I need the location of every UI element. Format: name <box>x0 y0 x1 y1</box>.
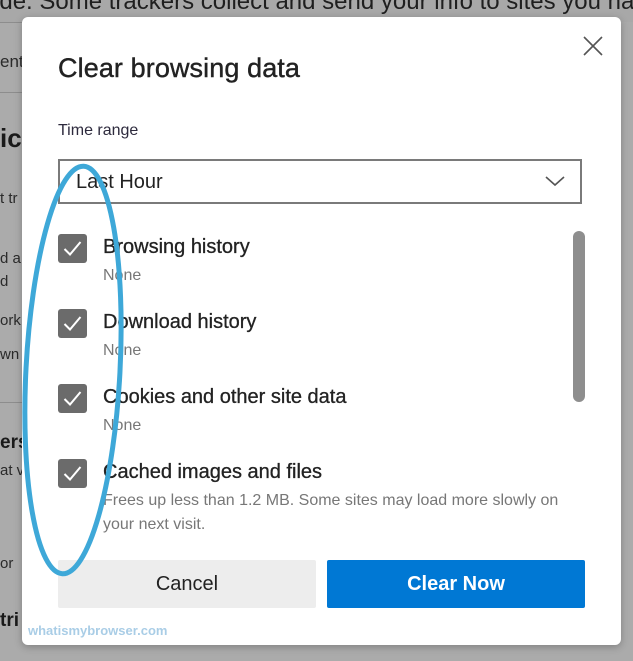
item-label: Cached images and files <box>103 461 323 483</box>
time-range-value: Last Hour <box>76 171 163 193</box>
dialog-title: Clear browsing data <box>58 53 301 83</box>
cookies-checkbox[interactable] <box>58 384 87 413</box>
background-fragment: d <box>0 273 9 290</box>
clear-now-button[interactable]: Clear Now <box>327 560 585 608</box>
list-scrollbar[interactable] <box>573 231 585 402</box>
cached-images-checkbox[interactable] <box>58 459 87 488</box>
download-history-checkbox[interactable] <box>58 309 87 338</box>
close-button[interactable] <box>580 33 606 59</box>
checkmark-icon <box>63 391 82 406</box>
item-detail: None <box>103 342 142 359</box>
time-range-select[interactable]: Last Hour <box>58 159 582 204</box>
background-fragment: ork <box>0 312 21 329</box>
item-label: Browsing history <box>103 236 250 258</box>
background-fragment: at v <box>0 462 25 479</box>
chevron-down-icon <box>545 176 565 187</box>
background-fragment: tri <box>0 610 19 631</box>
background-fragment: ent <box>0 52 24 71</box>
checkmark-icon <box>63 316 82 331</box>
background-fragment: ic <box>0 123 22 153</box>
background-fragment: or <box>0 555 14 572</box>
background-fragment: d a <box>0 250 21 267</box>
item-detail: None <box>103 267 142 284</box>
item-label: Download history <box>103 311 257 333</box>
watermark: whatismybrowser.com <box>28 623 168 638</box>
checkmark-icon <box>63 466 82 481</box>
checkmark-icon <box>63 241 82 256</box>
close-icon <box>583 36 603 56</box>
item-detail: None <box>103 417 142 434</box>
background-fragment: t tr <box>0 190 18 207</box>
item-label: Cookies and other site data <box>103 386 347 408</box>
time-range-label: Time range <box>58 122 139 139</box>
item-detail: Frees up less than 1.2 MB. Some sites ma… <box>103 492 559 533</box>
background-fragment: wn <box>0 346 20 363</box>
cancel-button[interactable]: Cancel <box>58 560 316 608</box>
clear-browsing-data-dialog: Clear browsing data Time range Last Hour… <box>22 17 621 645</box>
browsing-history-checkbox[interactable] <box>58 234 87 263</box>
